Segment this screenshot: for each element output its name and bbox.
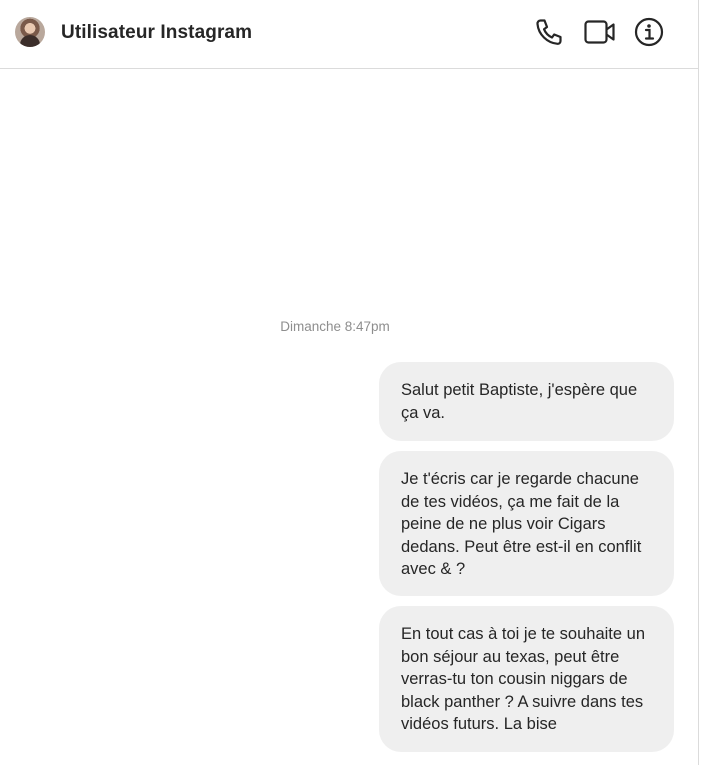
dm-window: Utilisateur Instagram Dimanche 8:47pm Sa… — [0, 0, 708, 765]
message-bubble[interactable]: Je t'écris car je regarde chacune de tes… — [379, 451, 674, 596]
message-bubble[interactable]: En tout cas à toi je te souhaite un bon … — [379, 606, 674, 752]
panel-divider — [698, 0, 699, 765]
phone-icon[interactable] — [533, 16, 565, 48]
message-bubble[interactable]: Salut petit Baptiste, j'espère que ça va… — [379, 362, 674, 441]
video-icon[interactable] — [583, 16, 615, 48]
conversation-title[interactable]: Utilisateur Instagram — [61, 22, 252, 44]
message-timestamp: Dimanche 8:47pm — [280, 319, 390, 334]
conversation-header: Utilisateur Instagram — [0, 0, 698, 69]
info-icon[interactable] — [633, 16, 665, 48]
avatar[interactable] — [15, 17, 45, 47]
